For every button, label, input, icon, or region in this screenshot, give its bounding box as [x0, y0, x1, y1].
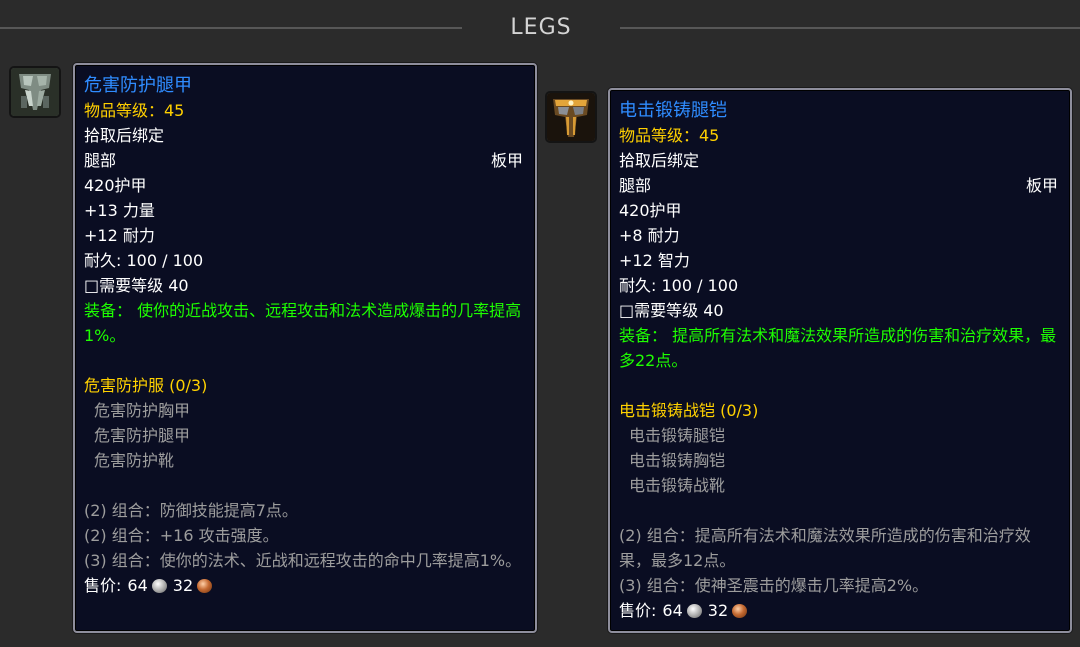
silver-coin-icon: [686, 603, 702, 618]
set-piece: 危害防护靴: [94, 451, 175, 470]
stat-line: +12 耐力: [84, 226, 155, 245]
armor-value: 420护甲: [84, 176, 147, 195]
silver-amount: 64: [662, 601, 683, 620]
equip-effect: 装备： 使你的近战攻击、远程攻击和法术造成爆击的几率提高1%。: [84, 301, 522, 345]
slot-row: 腿部 板甲: [84, 148, 523, 173]
copper-coin-icon: [197, 578, 213, 593]
set-bonus: (3) 组合：使你的法术、近战和远程攻击的命中几率提高1%。: [84, 551, 522, 570]
required-level: □需要等级 40: [619, 301, 724, 320]
copper-amount: 32: [707, 601, 729, 620]
set-name[interactable]: 电击锻铸战铠 (0/3): [619, 398, 1058, 423]
silver-coin-icon: [151, 578, 167, 593]
set-piece: 电击锻铸腿铠: [629, 426, 726, 445]
sell-label: 售价:: [84, 576, 122, 595]
stat-line: +13 力量: [84, 201, 155, 220]
set-bonus: (2) 组合：提高所有法术和魔法效果所造成的伤害和治疗效果，最多12点。: [619, 526, 1031, 570]
page: LEGS 危害防护腿甲 物品等级：45 拾取后绑定 腿部 板甲 420护甲 +1…: [0, 0, 1080, 647]
set-piece: 危害防护胸甲: [94, 401, 191, 420]
set-piece: 危害防护腿甲: [94, 426, 191, 445]
silver-amount: 64: [127, 576, 148, 595]
set-bonus: (2) 组合：防御技能提高7点。: [84, 501, 298, 520]
sell-label: 售价:: [619, 601, 657, 620]
durability: 耐久: 100 / 100: [619, 276, 739, 295]
set-piece: 电击锻铸战靴: [629, 476, 726, 495]
ornate-leg-armor-icon[interactable]: [545, 91, 597, 143]
armor-type: 板甲: [1025, 176, 1058, 195]
plate-leg-armor-icon[interactable]: [9, 66, 61, 118]
header-divider-left: [0, 27, 462, 29]
set-name[interactable]: 危害防护服 (0/3): [84, 373, 523, 398]
set-piece: 电击锻铸胸铠: [629, 451, 726, 470]
sell-price: 售价: 64 32: [619, 598, 1058, 623]
item-name[interactable]: 危害防护腿甲: [84, 73, 523, 98]
bind-type: 拾取后绑定: [619, 151, 700, 170]
armor-value: 420护甲: [619, 201, 682, 220]
item-tooltip: 危害防护腿甲 物品等级：45 拾取后绑定 腿部 板甲 420护甲 +13 力量 …: [73, 63, 537, 633]
copper-amount: 32: [172, 576, 194, 595]
sell-price: 售价: 64 32: [84, 573, 523, 598]
equip-effect: 装备： 提高所有法术和魔法效果所造成的伤害和治疗效果，最多22点。: [619, 326, 1057, 370]
header-divider-right: [620, 27, 1080, 29]
stat-line: +8 耐力: [619, 226, 680, 245]
item-level: 物品等级：45: [619, 126, 720, 145]
bind-type: 拾取后绑定: [84, 126, 165, 145]
item-name[interactable]: 电击锻铸腿铠: [619, 98, 1058, 123]
set-bonus: (2) 组合：+16 攻击强度。: [84, 526, 279, 545]
set-bonus: (3) 组合：使神圣震击的爆击几率提高2%。: [619, 576, 929, 595]
item-level: 物品等级：45: [84, 101, 185, 120]
copper-coin-icon: [732, 603, 748, 618]
item-tooltip: 电击锻铸腿铠 物品等级：45 拾取后绑定 腿部 板甲 420护甲 +8 耐力 +…: [608, 88, 1072, 633]
durability: 耐久: 100 / 100: [84, 251, 204, 270]
slot-row: 腿部 板甲: [619, 173, 1058, 198]
section-title: LEGS: [510, 15, 572, 40]
required-level: □需要等级 40: [84, 276, 189, 295]
armor-type: 板甲: [490, 151, 523, 170]
equip-slot: 腿部: [619, 176, 652, 195]
equip-slot: 腿部: [84, 151, 117, 170]
stat-line: +12 智力: [619, 251, 690, 270]
